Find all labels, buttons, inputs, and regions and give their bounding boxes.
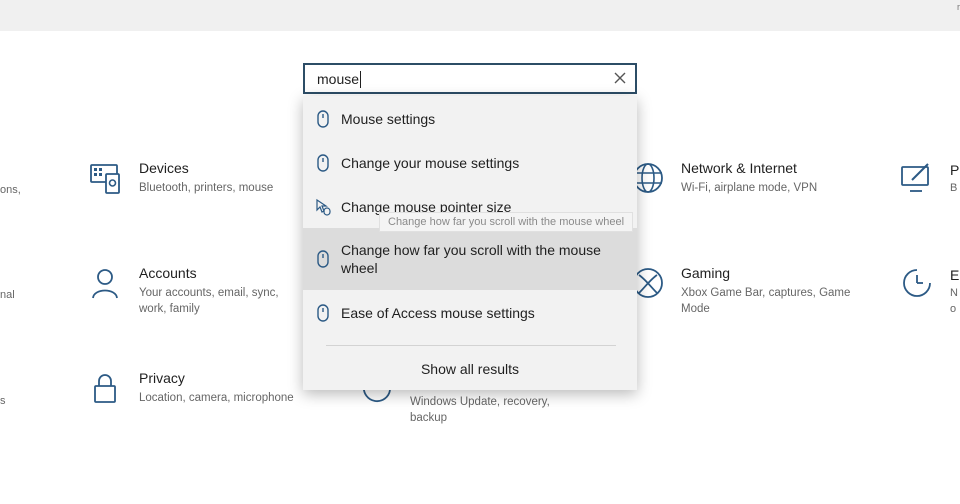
edge-right-row1-title: P bbox=[950, 162, 960, 178]
tile-devices-desc: Bluetooth, printers, mouse bbox=[139, 182, 274, 194]
tile-network-desc: Wi-Fi, airplane mode, VPN bbox=[681, 182, 818, 194]
suggestion-tooltip: Change how far you scroll with the mouse… bbox=[379, 212, 634, 232]
text-caret bbox=[360, 71, 361, 88]
suggestion-ease-of-access-mouse-settings[interactable]: Ease of Access mouse settings bbox=[303, 290, 637, 334]
close-icon[interactable] bbox=[610, 68, 630, 88]
personalization-icon bbox=[901, 163, 929, 192]
suggestion-label: Ease of Access mouse settings bbox=[341, 305, 535, 321]
edge-right-row2-title: E bbox=[950, 267, 960, 283]
suggestion-label: Mouse settings bbox=[341, 111, 436, 127]
mouse-icon bbox=[317, 154, 329, 172]
ease-of-access-icon bbox=[903, 269, 931, 297]
show-all-results-link[interactable]: Show all results bbox=[303, 361, 637, 377]
search-input[interactable]: mouse bbox=[317, 71, 359, 87]
edge-left-row1: ons, bbox=[0, 184, 21, 196]
devices-icon bbox=[90, 164, 120, 194]
suggestion-label: Change how far you scroll with the mouse… bbox=[341, 242, 601, 276]
suggestion-mouse-settings[interactable]: Mouse settings bbox=[303, 96, 637, 140]
edge-left-row3: s bbox=[0, 395, 6, 407]
mouse-icon bbox=[317, 110, 329, 128]
tile-devices-title: Devices bbox=[139, 160, 189, 176]
tile-accounts-desc: Your accounts, email, sync, work, family bbox=[139, 287, 279, 315]
tile-gaming-title: Gaming bbox=[681, 265, 731, 281]
mouse-icon bbox=[317, 250, 329, 268]
lock-icon bbox=[94, 374, 116, 403]
suggestion-label: Change your mouse settings bbox=[341, 155, 520, 171]
suggestion-change-your-mouse-settings[interactable]: Change your mouse settings bbox=[303, 140, 637, 184]
tile-network-title: Network & Internet bbox=[681, 160, 797, 176]
tile-privacy-title: Privacy bbox=[139, 370, 185, 386]
edge-right-row1-desc: B bbox=[950, 182, 958, 194]
mouse-icon bbox=[317, 304, 329, 322]
edge-left-row2: nal bbox=[0, 289, 15, 301]
top-bar: r bbox=[0, 0, 960, 31]
tile-privacy-desc: Location, camera, microphone bbox=[139, 392, 294, 404]
suggestion-change-scroll-distance[interactable]: Change how far you scroll with the mouse… bbox=[303, 228, 637, 290]
tile-gaming-desc: Xbox Game Bar, captures, Game Mode bbox=[681, 287, 851, 315]
search-suggestions-dropdown: Mouse settings Change your mouse setting… bbox=[303, 96, 637, 390]
accounts-icon bbox=[92, 269, 118, 299]
dropdown-divider bbox=[326, 345, 616, 346]
search-box[interactable]: mouse bbox=[303, 63, 637, 94]
tile-accounts-title: Accounts bbox=[139, 265, 197, 281]
pointer-size-icon bbox=[316, 198, 331, 216]
edge-right-row2-desc1: N bbox=[950, 287, 958, 299]
tile-update-desc: Windows Update, recovery, backup bbox=[410, 396, 550, 424]
edge-right-row2-desc2: o bbox=[950, 303, 957, 315]
